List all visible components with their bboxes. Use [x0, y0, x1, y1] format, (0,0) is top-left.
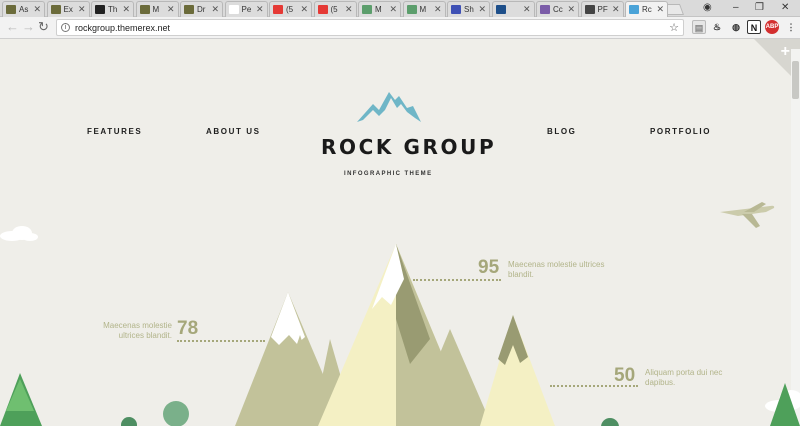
- tab-close-icon[interactable]: ✕: [523, 4, 531, 15]
- tab-favicon-icon: [273, 5, 283, 14]
- tab-favicon-icon: [406, 5, 417, 14]
- browser-tab[interactable]: M ✕: [358, 1, 401, 17]
- tab-close-icon[interactable]: ✕: [434, 4, 442, 15]
- browser-tab[interactable]: M ✕: [402, 1, 446, 17]
- tab-favicon-icon: [540, 5, 550, 14]
- tab-favicon-icon: [584, 5, 595, 14]
- tab-close-icon[interactable]: ✕: [656, 4, 664, 15]
- close-window-icon[interactable]: ✕: [781, 2, 789, 13]
- page-content: + FEATURES ABOUT US ROCK GROUP INFOGRAPH…: [0, 39, 800, 426]
- tab-label: PF: [597, 5, 608, 14]
- tab-close-icon[interactable]: ✕: [33, 4, 41, 15]
- browser-tab[interactable]: Dr ✕: [180, 1, 223, 17]
- tab-label: (5: [286, 5, 294, 14]
- tab-close-icon[interactable]: ✕: [389, 4, 397, 15]
- tab-label: Pe: [241, 5, 252, 14]
- tab-close-icon[interactable]: ✕: [300, 4, 308, 15]
- dotted-leader: [413, 279, 501, 281]
- tab-close-icon[interactable]: ✕: [211, 4, 219, 15]
- tab-label: (5: [330, 5, 338, 14]
- extension-fire-icon[interactable]: ♨: [710, 20, 724, 34]
- tab-label: Dr: [197, 5, 206, 14]
- forward-icon[interactable]: →: [22, 20, 35, 34]
- menu-icon[interactable]: ⋮: [784, 20, 798, 34]
- browser-tab[interactable]: Cc ✕: [536, 1, 579, 17]
- tab-close-icon[interactable]: ✕: [567, 4, 575, 15]
- browser-toolbar: ← → ↻ i rockgroup.themerex.net ☆ ▤ ♨ ◍ N…: [0, 17, 800, 39]
- extension-page-icon[interactable]: ▤: [692, 20, 706, 34]
- info-icon[interactable]: i: [61, 23, 70, 32]
- browser-tab[interactable]: Th ✕: [91, 1, 134, 17]
- extension-globe-icon[interactable]: ◍: [729, 20, 743, 34]
- extension-adblock-icon[interactable]: ABP: [765, 20, 779, 34]
- tab-label: Cc: [553, 5, 563, 14]
- tab-label: Rc: [642, 5, 652, 14]
- tab-close-icon[interactable]: ✕: [345, 4, 353, 15]
- tab-favicon-icon: [184, 5, 194, 14]
- tab-strip: As ✕ Ex ✕ Th ✕ M ✕ Dr ✕ Pe ✕ (5 ✕ (5 ✕ M ✕ M ✕ Sh ✕ ✕ Cc ✕ PF ✕ Rc ✕…: [0, 0, 800, 17]
- tab-favicon-icon: [6, 5, 16, 14]
- tab-favicon-icon: [629, 5, 639, 14]
- tab-label: As: [19, 5, 29, 14]
- url-text: rockgroup.themerex.net: [75, 22, 171, 33]
- tab-label: M: [419, 5, 427, 14]
- bookmark-star-icon[interactable]: ☆: [669, 21, 679, 34]
- tab-favicon-icon: [362, 5, 372, 14]
- reload-icon[interactable]: ↻: [38, 20, 49, 34]
- stat-text-78: Maecenas molestie ultrices blandit.: [103, 321, 172, 340]
- minimize-icon[interactable]: –: [733, 2, 739, 13]
- dotted-leader: [550, 385, 638, 387]
- dotted-leader: [177, 340, 265, 342]
- restore-icon[interactable]: ❐: [755, 2, 764, 13]
- tab-favicon-icon: [139, 5, 150, 14]
- tab-close-icon[interactable]: ✕: [122, 4, 130, 15]
- tab-close-icon[interactable]: ✕: [78, 4, 86, 15]
- browser-tab[interactable]: (5 ✕: [269, 1, 312, 17]
- browser-tab[interactable]: Rc ✕: [625, 1, 668, 17]
- tab-label: M: [375, 5, 382, 14]
- browser-tab[interactable]: M ✕: [135, 1, 179, 17]
- tab-label: Sh: [464, 5, 474, 14]
- tab-close-icon[interactable]: ✕: [167, 4, 175, 15]
- browser-tab[interactable]: ✕: [491, 1, 535, 17]
- stat-text-95: Maecenas molestie ultrices blandit.: [508, 260, 605, 279]
- tab-close-icon[interactable]: ✕: [256, 4, 264, 15]
- tab-favicon-icon: [317, 5, 328, 14]
- profile-icon[interactable]: ◉: [703, 2, 712, 13]
- browser-tab[interactable]: (5 ✕: [313, 1, 357, 17]
- browser-tab[interactable]: Ex ✕: [46, 1, 90, 17]
- stat-value-95: 95: [478, 257, 500, 278]
- tab-favicon-icon: [228, 5, 239, 14]
- stat-text-50: Aliquam porta dui nec dapibus.: [645, 368, 723, 387]
- back-icon[interactable]: ←: [6, 20, 19, 34]
- tab-favicon-icon: [495, 5, 506, 14]
- address-bar[interactable]: i rockgroup.themerex.net ☆: [56, 19, 684, 36]
- browser-tab[interactable]: Sh ✕: [447, 1, 490, 17]
- tab-favicon-icon: [95, 5, 105, 14]
- browser-tab[interactable]: Pe ✕: [224, 1, 268, 17]
- tab-favicon-icon: [50, 5, 61, 14]
- stat-value-78: 78: [177, 318, 199, 339]
- tab-close-icon[interactable]: ✕: [612, 4, 620, 15]
- extension-notion-icon[interactable]: N: [747, 20, 761, 34]
- browser-tab[interactable]: As ✕: [2, 1, 45, 17]
- tab-label: M: [152, 5, 160, 14]
- stat-value-50: 50: [614, 365, 636, 386]
- browser-tab[interactable]: PF ✕: [580, 1, 624, 17]
- tab-label: Ex: [63, 5, 73, 14]
- tab-close-icon[interactable]: ✕: [478, 4, 486, 15]
- tab-favicon-icon: [451, 5, 461, 14]
- tab-label: Th: [108, 5, 118, 14]
